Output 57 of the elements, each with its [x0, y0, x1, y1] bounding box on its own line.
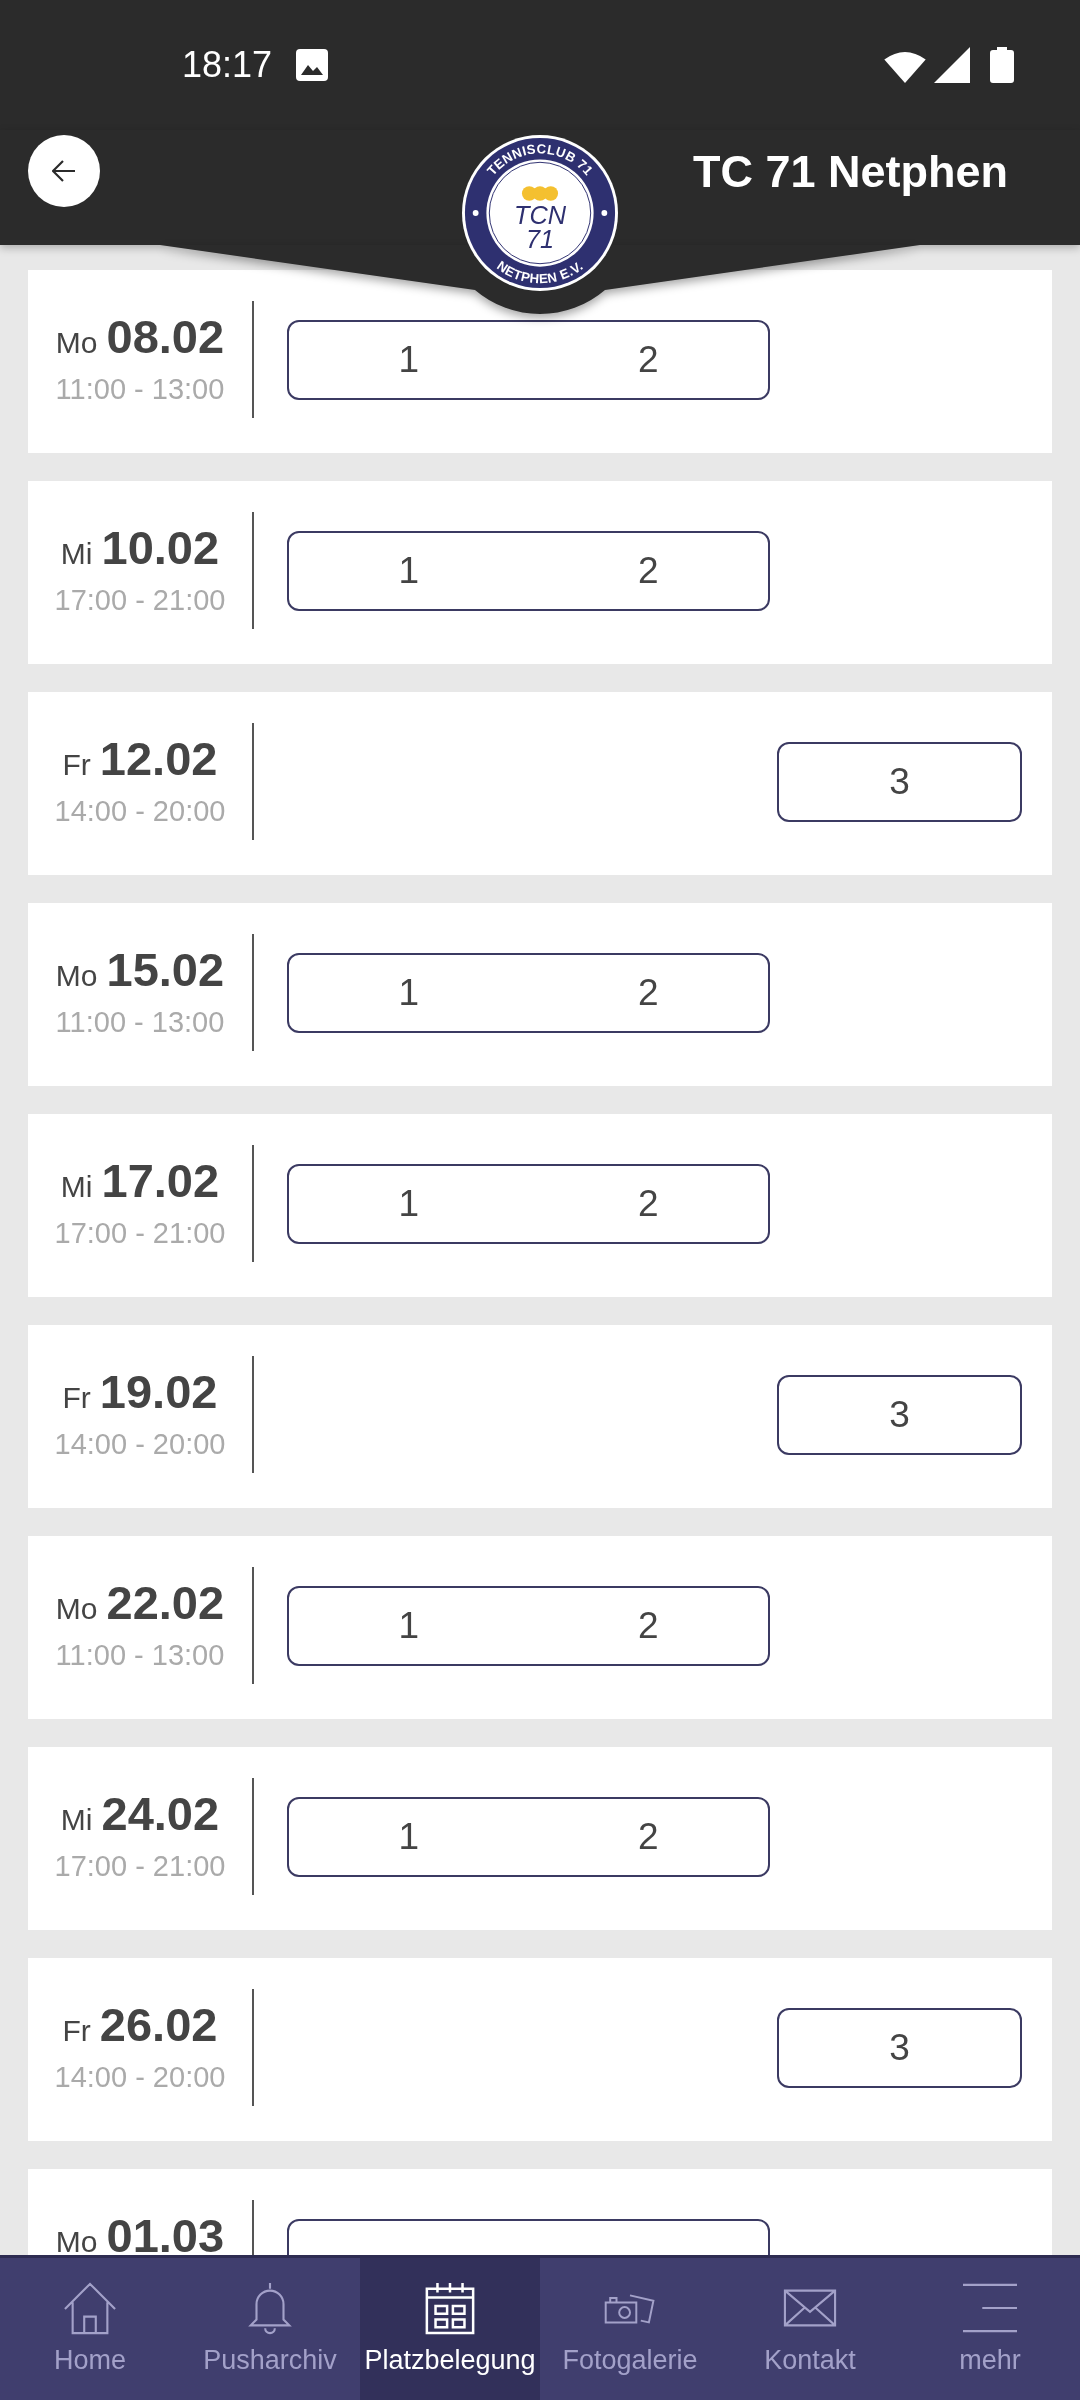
weekday-label: Fr — [62, 2019, 91, 2043]
time-label: 11:00 - 13:00 — [55, 1638, 225, 1672]
nav-tab[interactable]: mehr — [900, 2258, 1080, 2400]
nav-tab[interactable]: Pusharchiv — [180, 2258, 360, 2400]
time-label: 14:00 - 20:00 — [54, 2060, 226, 2094]
date-label: 12.02 — [99, 740, 218, 778]
nav-tab[interactable]: Platzbelegung — [360, 2258, 540, 2400]
tennis-ball-icon — [543, 186, 559, 201]
court-button[interactable]: 1 2 — [287, 1586, 770, 1666]
court-button[interactable]: 1 2 — [287, 531, 770, 611]
date-label: 19.02 — [99, 1373, 218, 1411]
date-label: 01.03 — [106, 2217, 225, 2255]
ring-dot-icon — [472, 210, 479, 216]
weekday-label: Mo — [55, 331, 98, 355]
ring-dot-icon — [601, 210, 608, 216]
nav-tab[interactable]: Home — [0, 2258, 180, 2400]
time-label: 14:00 - 20:00 — [54, 1427, 226, 1461]
court-button[interactable]: 3 — [777, 2008, 1022, 2088]
time-label: 11:00 - 13:00 — [55, 372, 225, 406]
back-icon — [52, 160, 76, 182]
wifi-icon — [884, 51, 926, 83]
nav-tab[interactable]: Kontakt — [720, 2258, 900, 2400]
status-time: 18:17 — [182, 44, 273, 86]
battery-icon — [990, 47, 1014, 83]
time-label: 17:00 - 21:00 — [54, 583, 226, 617]
date-label: 10.02 — [101, 529, 220, 567]
court-button[interactable]: 1 2 — [287, 1797, 770, 1877]
date-label: 26.02 — [99, 2006, 218, 2044]
weekday-label: Mi — [60, 1808, 93, 1832]
weekday-label: Mo — [55, 1597, 98, 1621]
weekday-label: Fr — [62, 753, 91, 777]
date-label: 22.02 — [106, 1584, 225, 1622]
date-label: 08.02 — [106, 318, 225, 356]
nav-tab[interactable]: Fotogalerie — [540, 2258, 720, 2400]
signal-icon — [934, 47, 970, 83]
time-label: 14:00 - 20:00 — [54, 794, 226, 828]
weekday-label: Mi — [60, 1175, 93, 1199]
image-icon — [296, 49, 329, 81]
court-button[interactable]: 1 2 — [287, 320, 770, 400]
calendar-icon — [423, 2281, 477, 2335]
menu-icon — [963, 2281, 1017, 2335]
weekday-label: Fr — [62, 1386, 91, 1410]
time-label: 17:00 - 21:00 — [54, 1216, 226, 1250]
date-label: 17.02 — [101, 1162, 220, 1200]
weekday-label: Mo — [55, 2230, 98, 2254]
court-button[interactable]: 3 — [777, 742, 1022, 822]
home-icon — [63, 2281, 117, 2335]
weekday-label: Mo — [55, 964, 98, 988]
time-label: 17:00 - 21:00 — [54, 1849, 226, 1883]
court-button[interactable]: 1 2 — [287, 953, 770, 1033]
time-label: 11:00 - 13:00 — [55, 1005, 225, 1039]
weekday-label: Mi — [60, 542, 93, 566]
date-label: 24.02 — [101, 1795, 220, 1833]
app-title: TC 71 Netphen — [692, 146, 1008, 198]
court-button[interactable]: 3 — [777, 1375, 1022, 1455]
court-button[interactable]: 1 2 — [287, 1164, 770, 1244]
date-label: 15.02 — [106, 951, 225, 989]
